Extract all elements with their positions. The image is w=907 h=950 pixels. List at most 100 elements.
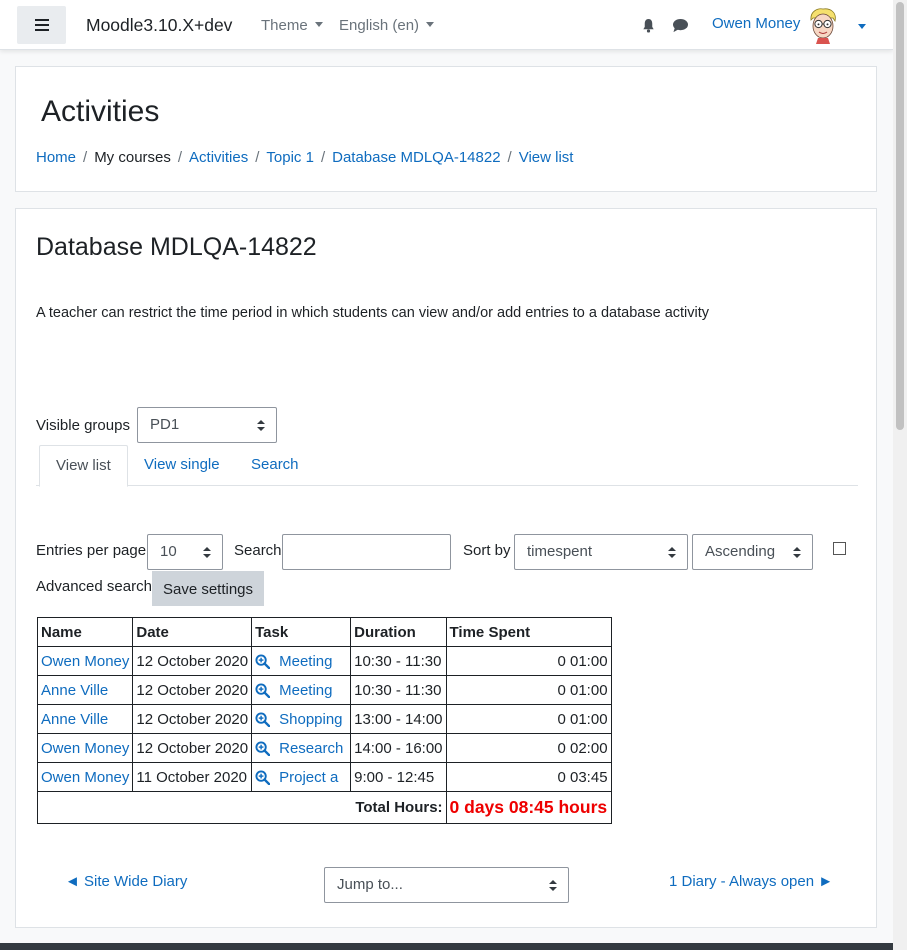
select-arrows-icon bbox=[257, 420, 265, 432]
magnifier-icon[interactable] bbox=[255, 682, 271, 698]
column-header-name: Name bbox=[36, 617, 134, 647]
entries-per-page-select[interactable]: 10 bbox=[147, 534, 223, 570]
theme-menu-label: Theme bbox=[261, 17, 308, 34]
select-arrows-icon bbox=[793, 547, 801, 559]
breadcrumb-home[interactable]: Home bbox=[36, 149, 76, 166]
main-region: Database MDLQA-14822 A teacher can restr… bbox=[15, 208, 877, 928]
entries-per-page-label: Entries per page bbox=[36, 542, 147, 559]
column-header-time-spent: Time Spent bbox=[445, 617, 612, 647]
entries-per-page-value: 10 bbox=[160, 543, 177, 560]
scrollbar-thumb[interactable] bbox=[896, 2, 904, 430]
magnifier-icon[interactable] bbox=[255, 740, 271, 756]
magnifier-icon[interactable] bbox=[255, 711, 271, 727]
breadcrumb-separator: / bbox=[177, 149, 183, 166]
tab-search[interactable]: Search bbox=[235, 445, 315, 486]
search-input[interactable] bbox=[282, 534, 451, 570]
sort-order-select[interactable]: Ascending bbox=[692, 534, 813, 570]
navbar: Moodle3.10.X+dev Theme English (en) Owen… bbox=[0, 0, 893, 50]
entry-date: 12 October 2020 bbox=[132, 704, 253, 734]
entry-task-link[interactable]: Meeting bbox=[279, 653, 332, 670]
magnifier-icon[interactable] bbox=[255, 769, 271, 785]
chevron-down-icon bbox=[314, 22, 323, 27]
breadcrumb-separator: / bbox=[507, 149, 512, 166]
save-settings-button[interactable]: Save settings bbox=[152, 571, 264, 606]
entry-time-spent: 0 01:00 bbox=[445, 675, 612, 705]
entry-time-spent: 0 02:00 bbox=[445, 733, 612, 763]
chevron-down-icon bbox=[426, 22, 435, 27]
sort-by-value: timespent bbox=[527, 543, 593, 560]
chat-icon[interactable] bbox=[672, 18, 689, 33]
visible-groups-value: PD1 bbox=[150, 416, 180, 433]
breadcrumb: Home / My courses / Activities / Topic 1 / Datab… bbox=[36, 149, 573, 166]
table-row: Anne Ville 12 October 2020 Shopping 13:0… bbox=[36, 704, 612, 734]
entry-date: 12 October 2020 bbox=[132, 646, 253, 676]
entry-user-link[interactable]: Owen Money bbox=[41, 769, 129, 786]
tab-view-list[interactable]: View list bbox=[39, 445, 128, 487]
table-row: Owen Money 12 October 2020 Research 14:0… bbox=[36, 733, 612, 763]
column-header-duration: Duration bbox=[350, 617, 447, 647]
visible-groups-label: Visible groups bbox=[36, 417, 130, 434]
language-menu-label: English (en) bbox=[339, 17, 420, 34]
search-label: Search bbox=[234, 542, 282, 559]
entry-user-link[interactable]: Anne Ville bbox=[41, 682, 108, 699]
table-row: Anne Ville 12 October 2020 Meeting 10:30… bbox=[36, 675, 612, 705]
avatar[interactable] bbox=[806, 8, 840, 44]
table-row: Owen Money 11 October 2020 Project a 9:0… bbox=[36, 762, 612, 792]
entry-duration: 14:00 - 16:00 bbox=[350, 733, 447, 763]
entry-task-link[interactable]: Project a bbox=[279, 769, 338, 786]
entry-user-link[interactable]: Owen Money bbox=[41, 653, 129, 670]
breadcrumb-separator: / bbox=[255, 149, 260, 166]
magnifier-icon[interactable] bbox=[255, 653, 271, 669]
column-header-task: Task bbox=[251, 617, 352, 647]
page-title: Activities bbox=[41, 95, 160, 128]
visible-groups-select[interactable]: PD1 bbox=[137, 407, 277, 443]
total-hours-label: Total Hours: bbox=[37, 791, 447, 824]
user-menu-toggle[interactable] bbox=[858, 19, 866, 36]
sort-by-select[interactable]: timespent bbox=[514, 534, 688, 570]
sort-by-label: Sort by bbox=[463, 542, 511, 559]
select-arrows-icon bbox=[668, 547, 676, 559]
theme-menu[interactable]: Theme bbox=[261, 17, 323, 34]
breadcrumb-topic[interactable]: Topic 1 bbox=[266, 149, 314, 166]
table-header-row: Name Date Task Duration Time Spent bbox=[36, 617, 612, 647]
entry-time-spent: 0 01:00 bbox=[445, 704, 612, 734]
advanced-search-label: Advanced search bbox=[36, 578, 152, 595]
column-header-date: Date bbox=[132, 617, 253, 647]
select-arrows-icon bbox=[549, 880, 557, 892]
entry-duration: 13:00 - 14:00 bbox=[350, 704, 447, 734]
previous-activity-link[interactable]: ◄ Site Wide Diary bbox=[65, 873, 187, 890]
breadcrumb-database[interactable]: Database MDLQA-14822 bbox=[332, 149, 500, 166]
breadcrumb-activities[interactable]: Activities bbox=[189, 149, 248, 166]
entry-user-link[interactable]: Anne Ville bbox=[41, 711, 108, 728]
entry-date: 12 October 2020 bbox=[132, 675, 253, 705]
page-header: Activities Home / My courses / Activities / To… bbox=[15, 66, 877, 192]
scrollbar[interactable] bbox=[893, 0, 907, 950]
entry-time-spent: 0 01:00 bbox=[445, 646, 612, 676]
select-arrows-icon bbox=[203, 547, 211, 559]
site-name[interactable]: Moodle3.10.X+dev bbox=[86, 15, 232, 36]
entry-user-link[interactable]: Owen Money bbox=[41, 740, 129, 757]
entry-task-link[interactable]: Meeting bbox=[279, 682, 332, 699]
breadcrumb-view-list[interactable]: View list bbox=[519, 149, 574, 166]
chevron-down-icon bbox=[858, 24, 866, 29]
advanced-search-checkbox[interactable] bbox=[833, 542, 846, 555]
entry-task-link[interactable]: Research bbox=[279, 740, 343, 757]
bell-icon[interactable] bbox=[641, 18, 656, 33]
entry-task-link[interactable]: Shopping bbox=[279, 711, 342, 728]
breadcrumb-separator: / bbox=[83, 149, 88, 166]
entry-duration: 10:30 - 11:30 bbox=[350, 675, 447, 705]
page-footer-bar bbox=[0, 943, 893, 950]
tab-view-single[interactable]: View single bbox=[128, 445, 236, 486]
activity-intro: A teacher can restrict the time period i… bbox=[36, 305, 710, 321]
user-name[interactable]: Owen Money bbox=[712, 15, 800, 32]
sort-order-value: Ascending bbox=[705, 543, 776, 560]
total-hours-value: 0 days 08:45 hours bbox=[445, 791, 612, 824]
jump-to-select[interactable]: Jump to... bbox=[324, 867, 569, 903]
entry-date: 12 October 2020 bbox=[132, 733, 253, 763]
menu-icon[interactable] bbox=[17, 6, 66, 44]
breadcrumb-my-courses: My courses bbox=[94, 149, 171, 166]
language-menu[interactable]: English (en) bbox=[339, 17, 435, 34]
next-activity-link[interactable]: 1 Diary - Always open ► bbox=[669, 873, 833, 890]
entry-time-spent: 0 03:45 bbox=[445, 762, 612, 792]
total-row: Total Hours: 0 days 08:45 hours bbox=[37, 791, 612, 824]
